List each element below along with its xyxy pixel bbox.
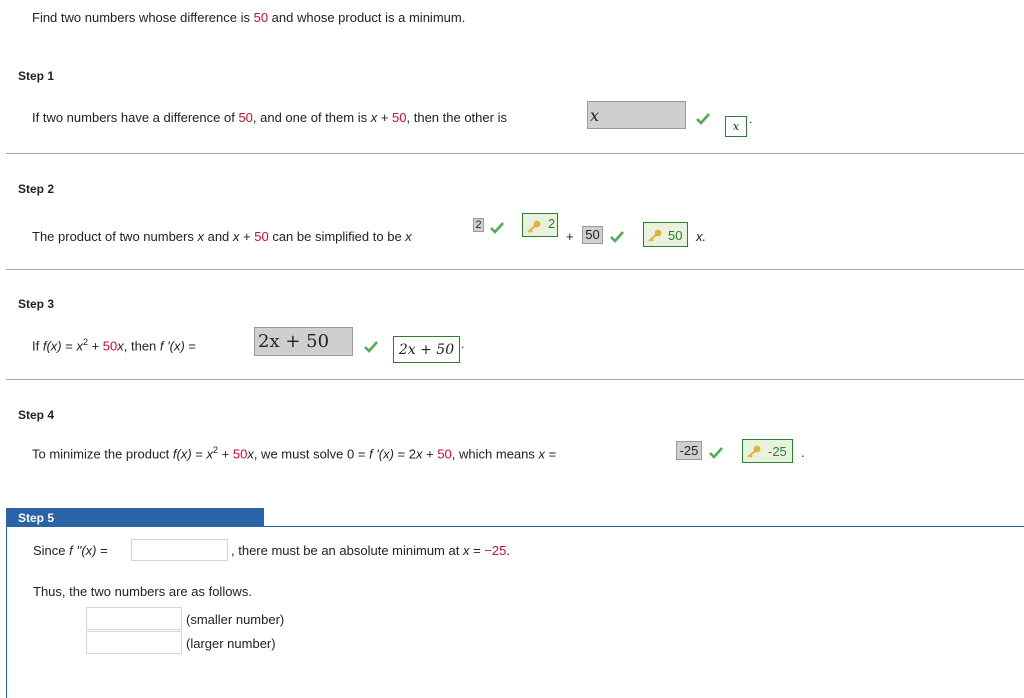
divider — [6, 269, 1024, 270]
step1-text: If two numbers have a difference of 50, … — [32, 110, 507, 125]
check-icon — [490, 222, 504, 234]
larger-number-label: (larger number) — [186, 636, 276, 651]
step3-text: If f(x) = x2 + 50x, then f '(x) = — [32, 337, 196, 354]
step2-key-coefficient: 50 — [643, 222, 688, 247]
step2-exponent-field[interactable]: 2 — [473, 218, 484, 232]
check-icon — [364, 341, 378, 353]
step2-coefficient-field[interactable]: 50 — [582, 226, 603, 244]
key-icon — [527, 220, 541, 233]
step5-since: Since f ''(x) = — [33, 543, 108, 558]
step1-title: Step 1 — [18, 69, 55, 83]
divider — [6, 379, 1024, 380]
step3-answer-field[interactable]: 2x + 50 — [254, 327, 353, 356]
step4-title: Step 4 — [18, 408, 55, 422]
step5-title: Step 5 — [18, 511, 55, 525]
step1-key-answer: x — [725, 116, 747, 137]
step5-divider — [6, 526, 1024, 527]
step2-title: Step 2 — [18, 182, 55, 196]
step5-thus: Thus, the two numbers are as follows. — [33, 584, 252, 599]
check-icon — [610, 231, 624, 243]
smaller-number-label: (smaller number) — [186, 612, 285, 627]
step1-answer-field[interactable]: x — [587, 101, 686, 129]
step5-conclusion: , there must be an absolute minimum at x… — [231, 543, 510, 558]
step3-title: Step 3 — [18, 297, 55, 311]
step4-text: To minimize the product f(x) = x2 + 50x,… — [32, 445, 557, 462]
check-icon — [709, 447, 723, 459]
divider — [6, 153, 1024, 154]
step3-key-answer: 2x + 50 — [393, 336, 460, 363]
second-derivative-input[interactable] — [131, 539, 228, 561]
larger-number-input[interactable] — [86, 631, 182, 654]
smaller-number-input[interactable] — [86, 607, 182, 630]
key-icon — [747, 445, 761, 458]
key-icon — [648, 229, 662, 242]
step4-key-answer: -25 — [742, 439, 793, 463]
problem-value: 50 — [253, 10, 269, 25]
step4-answer-field[interactable]: -25 — [676, 441, 702, 460]
step2-key-exponent: 2 — [522, 213, 558, 237]
check-icon — [696, 113, 710, 125]
step5-border — [6, 526, 7, 698]
problem-statement: Find two numbers whose difference is 50 … — [32, 10, 466, 25]
step2-text: The product of two numbers x and x + 50 … — [32, 229, 412, 244]
